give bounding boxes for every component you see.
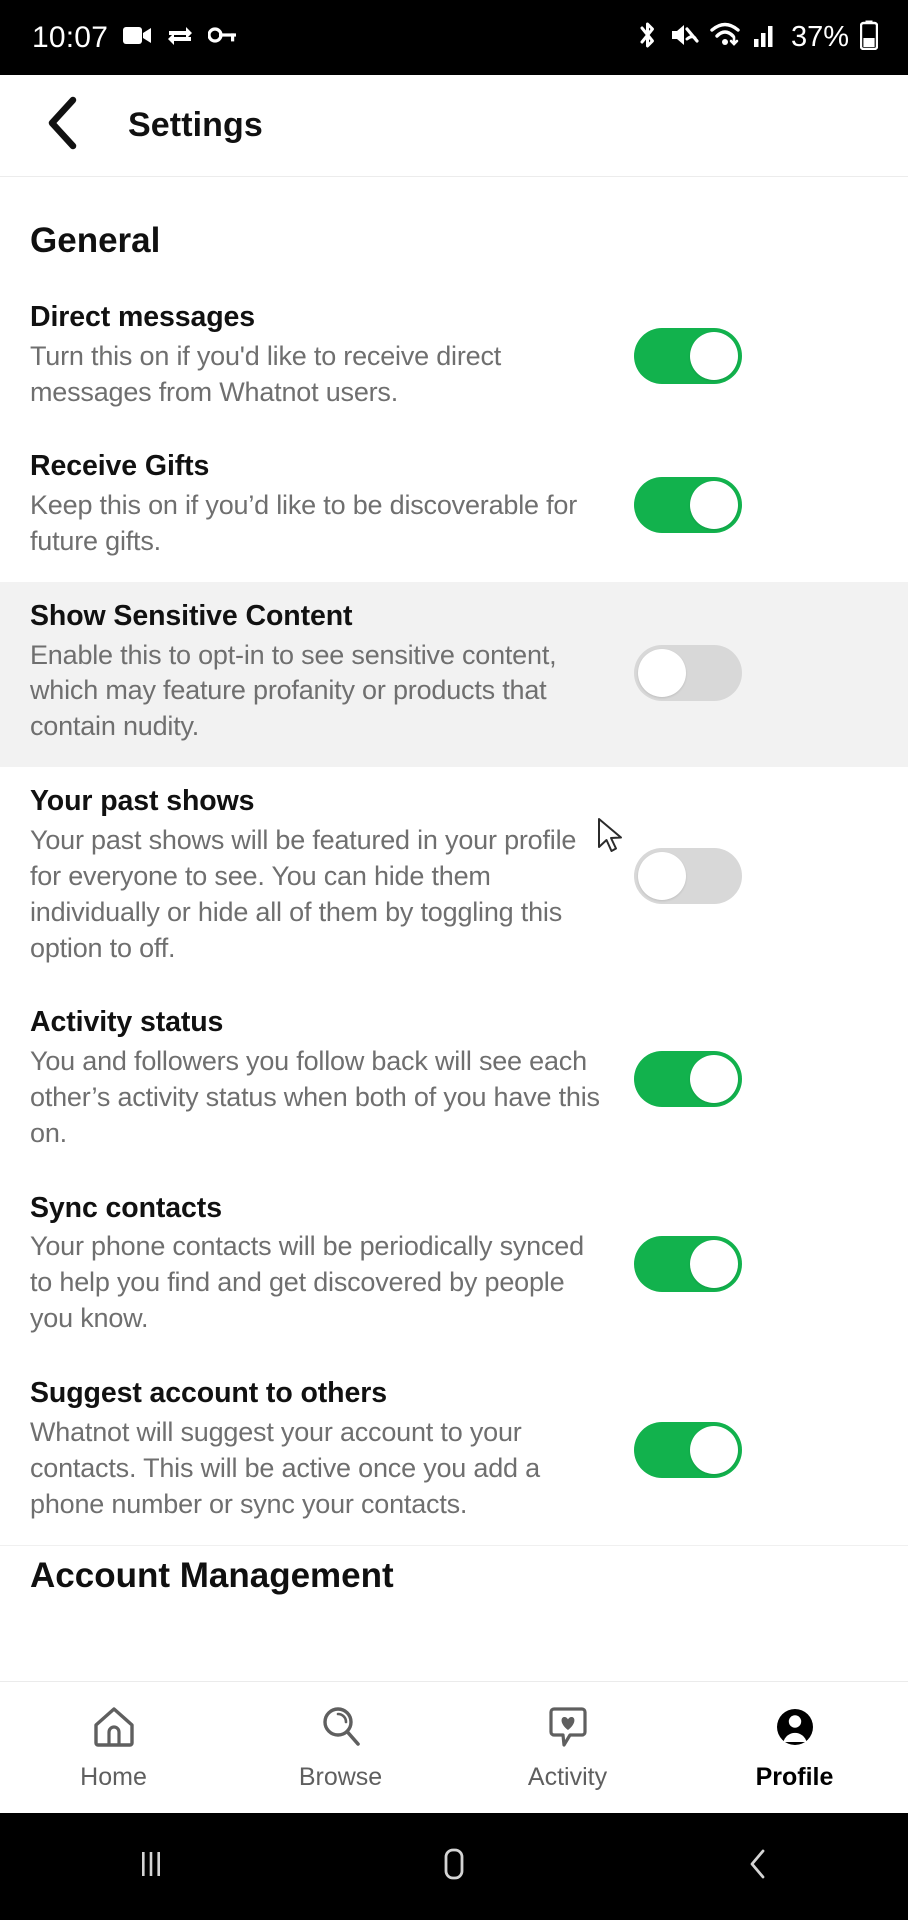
wifi-icon [710,21,742,54]
sync-transfer-icon [166,22,194,53]
setting-text-block: Suggest account to others Whatnot will s… [30,1377,630,1522]
search-icon [317,1703,365,1754]
status-bar-right: 37% [637,20,879,55]
toggle-knob [690,331,738,380]
status-bar-left: 10:07 [32,21,238,55]
settings-scroll-area[interactable]: General Direct messages Turn this on if … [0,177,908,1681]
setting-row-your-past-shows[interactable]: Your past shows Your past shows will be … [0,767,908,989]
toggle-knob [690,481,738,530]
back-button[interactable] [20,83,106,169]
setting-text-block: Your past shows Your past shows will be … [30,785,630,966]
system-navigation-bar [0,1813,908,1920]
chevron-left-icon [43,95,83,156]
back-button-system[interactable] [697,1813,817,1920]
toggle-container [630,644,746,701]
recents-icon [134,1846,168,1887]
setting-row-activity-status[interactable]: Activity status You and followers you fo… [0,988,908,1174]
setting-row-receive-gifts[interactable]: Receive Gifts Keep this on if you’d like… [0,432,908,582]
status-bar: 10:07 37% [0,0,908,75]
phone-screen: 10:07 37% Settings General Direct messag… [0,0,908,1920]
setting-title: Direct messages [30,301,256,333]
setting-text-block: Receive Gifts Keep this on if you’d like… [30,450,630,559]
battery-icon [859,20,879,55]
mute-icon [669,21,699,54]
setting-description: Keep this on if you’d like to be discove… [30,490,578,556]
toggle-knob [638,851,686,900]
toggle-your-past-shows[interactable] [634,847,742,904]
bluetooth-icon [637,20,658,55]
tab-label: Profile [755,1763,834,1791]
section-header-account-management: Account Management [30,1555,394,1595]
toggle-container [630,1236,746,1293]
toggle-suggest-account[interactable] [634,1421,742,1478]
setting-description: Your past shows will be featured in your… [30,824,577,963]
setting-text-block: Show Sensitive Content Enable this to op… [30,600,630,745]
setting-text-block: Activity status You and followers you fo… [30,1006,630,1151]
key-icon [207,25,238,50]
setting-description: Your phone contacts will be periodically… [30,1231,584,1334]
tab-home[interactable]: Home [0,1682,227,1813]
setting-description: Whatnot will suggest your account to you… [30,1416,540,1519]
app-header: Settings [0,75,908,177]
setting-text-block: Sync contacts Your phone contacts will b… [30,1192,630,1337]
setting-description: Turn this on if you'd like to receive di… [30,340,502,407]
tab-activity[interactable]: Activity [454,1682,681,1813]
setting-row-direct-messages[interactable]: Direct messages Turn this on if you'd li… [0,283,908,433]
cellular-signal-icon [753,22,777,53]
home-icon [90,1703,138,1754]
tab-browse[interactable]: Browse [227,1682,454,1813]
toggle-container [630,847,746,904]
tab-profile[interactable]: Profile [681,1682,908,1813]
toggle-activity-status[interactable] [634,1051,742,1108]
setting-title: Sync contacts [30,1191,222,1224]
toggle-knob [638,648,686,697]
setting-text-block: Direct messages Turn this on if you'd li… [30,301,630,410]
activity-heart-bubble-icon [544,1703,592,1754]
back-chevron-icon [742,1846,772,1887]
toggle-knob [690,1425,738,1474]
toggle-knob [690,1240,738,1289]
toggle-knob [690,1055,738,1104]
home-square-icon [437,1845,471,1888]
toggle-container [630,1421,746,1478]
toggle-container [630,327,746,384]
bottom-tab-bar: Home Browse Activity Profile [0,1681,908,1813]
toggle-receive-gifts[interactable] [634,477,742,534]
home-button[interactable] [394,1813,514,1920]
tab-label: Home [80,1763,147,1791]
tab-label: Activity [527,1763,608,1791]
tab-label: Browse [298,1763,383,1791]
setting-title: Your past shows [30,785,255,818]
section-header-general: General [30,221,161,260]
toggle-container [630,1051,746,1108]
setting-row-show-sensitive-content[interactable]: Show Sensitive Content Enable this to op… [0,581,908,768]
setting-title: Receive Gifts [30,450,210,483]
toggle-direct-messages[interactable] [634,327,742,384]
toggle-sync-contacts[interactable] [634,1236,742,1293]
setting-title: Show Sensitive Content [30,599,353,632]
setting-title: Suggest account to others [30,1377,387,1410]
page-title: Settings [128,106,263,144]
setting-description: You and followers you follow back will s… [30,1046,600,1148]
status-bar-clock: 10:07 [32,20,109,54]
setting-title: Activity status [30,1006,224,1039]
profile-person-icon [771,1703,819,1754]
toggle-show-sensitive-content[interactable] [634,644,742,701]
setting-row-sync-contacts[interactable]: Sync contacts Your phone contacts will b… [0,1173,908,1360]
recents-button[interactable] [91,1813,211,1920]
setting-row-suggest-account-to-others[interactable]: Suggest account to others Whatnot will s… [0,1359,908,1545]
battery-percent-label: 37% [790,21,849,53]
video-camera-icon [122,22,152,53]
toggle-container [630,477,746,534]
setting-description: Enable this to opt-in to see sensitive c… [30,639,557,742]
